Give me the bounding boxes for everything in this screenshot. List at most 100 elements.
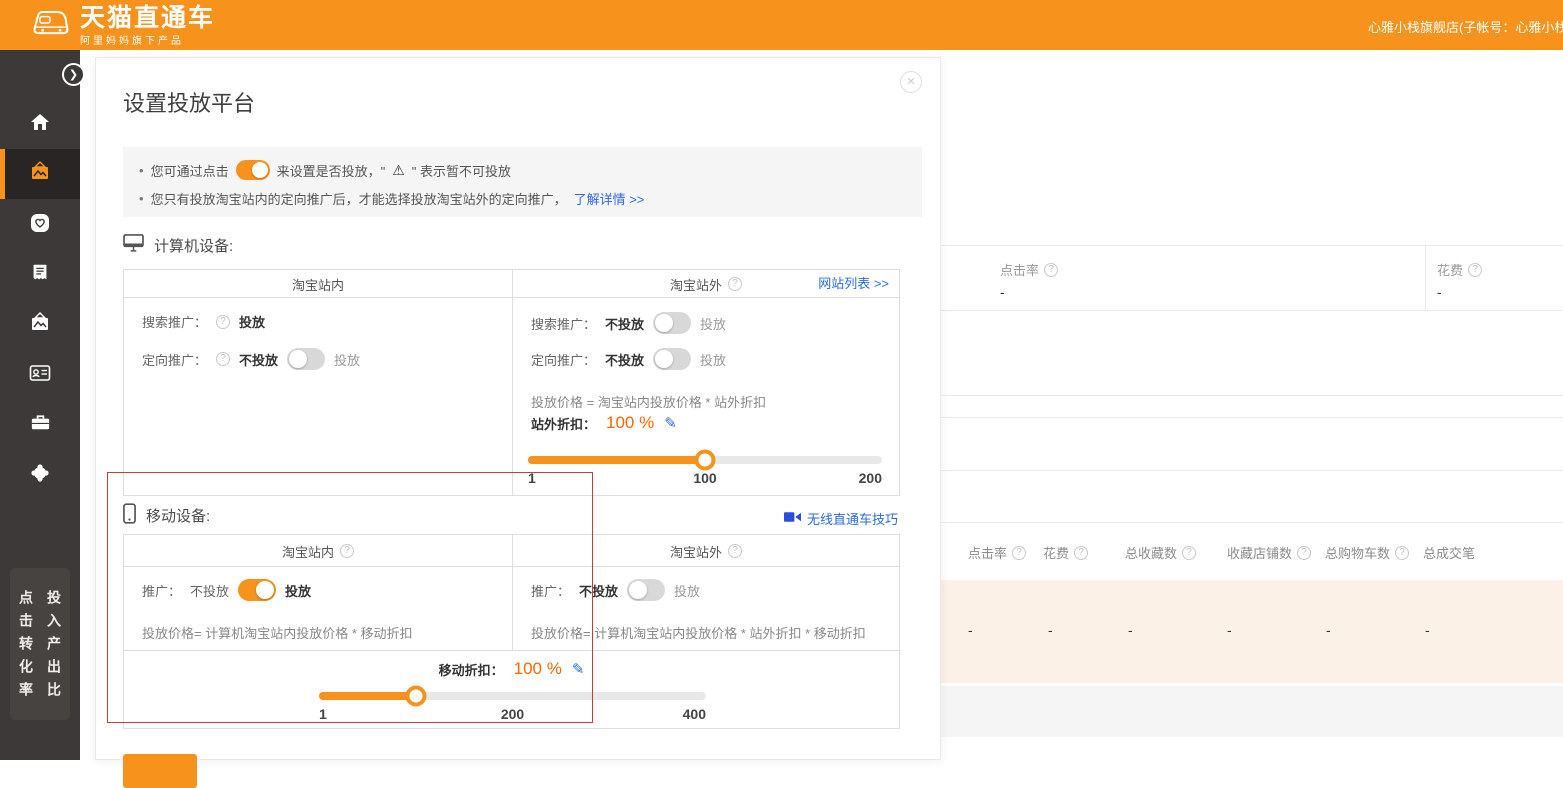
help-icon[interactable] xyxy=(1074,546,1088,560)
sidebar-item-account[interactable] xyxy=(0,350,80,400)
sidebar-item-misc[interactable] xyxy=(0,450,80,500)
close-icon[interactable] xyxy=(900,71,922,93)
sidebar: 点击转化率 投入产出比 xyxy=(0,50,80,760)
warning-icon: ⚠ xyxy=(392,162,405,179)
briefcase-icon xyxy=(29,411,52,439)
bullet-icon xyxy=(139,163,144,178)
help-icon[interactable] xyxy=(1044,263,1058,277)
computer-onsite-cell: 搜索推广： 投放 定向推广： 不投放 投放 xyxy=(124,298,513,496)
edit-icon[interactable] xyxy=(664,414,677,432)
mobile-onsite-formula: 投放价格= 计算机淘宝站内投放价格 * 移动折扣 xyxy=(142,623,413,642)
logo-subtitle: 阿里妈妈旗下产品 xyxy=(80,32,215,47)
help-icon[interactable] xyxy=(1468,263,1482,277)
help-icon[interactable] xyxy=(1297,546,1311,560)
table-row xyxy=(941,686,1563,737)
offsite-discount-value: 100 % xyxy=(606,413,654,433)
train-icon xyxy=(28,4,72,47)
notice-line-1: 您可通过点击 来设置是否投放，" ⚠ " 表示暂不可投放 xyxy=(139,158,906,182)
monitor-icon xyxy=(123,234,144,256)
help-icon[interactable] xyxy=(1182,546,1196,560)
mobile-discount: 移动折扣： 100 % xyxy=(124,659,899,679)
mobile-onsite-promo-row: 推广： 不投放 投放 xyxy=(142,579,311,601)
mobile-offsite-toggle[interactable] xyxy=(627,579,665,601)
onsite-search-row: 搜索推广： 投放 xyxy=(142,312,265,331)
cell-value: - xyxy=(1326,622,1331,638)
home-icon xyxy=(28,110,52,139)
modal-title: 设置投放平台 xyxy=(123,86,255,118)
slider-thumb[interactable] xyxy=(695,450,716,471)
offsite-slider-scale: 1 100 200 xyxy=(528,470,882,486)
mobile-offsite-formula: 投放价格= 计算机淘宝站内投放价格 * 站外折扣 * 移动折扣 xyxy=(531,623,866,642)
mobile-discount-slider[interactable] xyxy=(319,692,706,700)
receipt-icon xyxy=(29,262,51,289)
stat-clickrate-value: - xyxy=(1000,284,1005,300)
phone-icon xyxy=(123,503,136,528)
logo-title: 天猫直通车 xyxy=(80,5,215,31)
cell-value: - xyxy=(1128,622,1133,638)
offsite-targeted-row: 定向推广： 不投放 投放 xyxy=(531,348,726,370)
mobile-offsite-promo-row: 推广： 不投放 投放 xyxy=(531,579,700,601)
offsite-targeted-toggle[interactable] xyxy=(653,348,691,370)
cell-value: - xyxy=(1048,622,1053,638)
help-icon[interactable] xyxy=(728,544,742,558)
learn-more-link[interactable]: 了解详情 >> xyxy=(574,189,645,208)
site-list-link[interactable]: 网站列表 >> xyxy=(818,270,889,298)
header-taobao-offsite: 淘宝站外 网站列表 >> xyxy=(513,270,899,298)
header-taobao-onsite: 淘宝站内 xyxy=(124,535,513,567)
help-icon[interactable] xyxy=(340,544,354,558)
col-header-favorites: 总收藏数 xyxy=(1125,543,1196,562)
bullet-icon xyxy=(139,191,144,206)
help-icon[interactable] xyxy=(216,352,230,366)
confirm-button[interactable] xyxy=(123,754,197,788)
sidebar-item-tools[interactable] xyxy=(0,400,80,450)
heart-icon xyxy=(28,211,52,240)
video-camera-icon xyxy=(784,510,801,528)
stat-cost-value: - xyxy=(1437,284,1442,300)
example-toggle-on xyxy=(236,160,270,180)
slider-thumb[interactable] xyxy=(405,686,426,707)
sidebar-item-creative[interactable] xyxy=(0,300,80,350)
stat-clickrate: 点击率 xyxy=(1000,260,1058,279)
sidebar-item-favorites[interactable] xyxy=(0,200,80,250)
sidebar-item-home[interactable] xyxy=(0,99,80,149)
edit-icon[interactable] xyxy=(572,660,585,678)
mobile-discount-row: 移动折扣： 100 % 1 200 400 xyxy=(124,651,899,728)
col-header-cost: 花费 xyxy=(1043,543,1088,562)
cell-value: - xyxy=(968,622,973,638)
app-logo[interactable]: 天猫直通车 阿里妈妈旗下产品 xyxy=(28,4,215,47)
onsite-targeted-row: 定向推广： 不投放 投放 xyxy=(142,348,360,370)
offsite-discount-slider[interactable] xyxy=(528,456,882,464)
onsite-targeted-toggle[interactable] xyxy=(287,348,325,370)
help-icon[interactable] xyxy=(1395,546,1409,560)
stat-cost: 花费 xyxy=(1437,260,1482,279)
set-platform-modal: 设置投放平台 您可通过点击 来设置是否投放，" ⚠ " 表示暂不可投放 您只有投… xyxy=(95,57,941,760)
offsite-search-toggle[interactable] xyxy=(653,312,691,334)
sidebar-item-reports[interactable] xyxy=(0,250,80,300)
account-name[interactable]: 心雅小栈旗舰店(子帐号：心雅小栈旗 xyxy=(1368,17,1563,36)
metric-roi: 投入产出比 xyxy=(44,590,64,720)
computer-section-heading: 计算机设备: xyxy=(123,234,233,256)
help-icon[interactable] xyxy=(728,277,742,291)
cell-value: - xyxy=(1227,622,1232,638)
metric-click-conversion: 点击转化率 xyxy=(16,590,36,720)
offsite-price-formula: 投放价格 = 淘宝站内投放价格 * 站外折扣 xyxy=(531,392,766,411)
mobile-platform-table: 淘宝站内 淘宝站外 推广： 不投放 投放 投放价格= 计算机淘宝站内投放价 xyxy=(123,534,900,729)
top-bar: 天猫直通车 阿里妈妈旗下产品 心雅小栈旗舰店(子帐号：心雅小栈旗 xyxy=(0,0,1563,50)
notice-line-2: 您只有投放淘宝站内的定向推广后，才能选择投放淘宝站外的定向推广， 了解详情 >> xyxy=(139,186,906,210)
sidebar-expand-button[interactable] xyxy=(62,63,85,86)
col-header-shop-favorites: 收藏店铺数 xyxy=(1227,543,1311,562)
cell-value: - xyxy=(1425,622,1430,638)
blob-icon xyxy=(28,461,52,490)
sidebar-item-campaign-active[interactable] xyxy=(0,149,80,199)
mobile-slider-scale: 1 200 400 xyxy=(319,706,706,722)
mobile-onsite-cell: 推广： 不投放 投放 投放价格= 计算机淘宝站内投放价格 * 移动折扣 xyxy=(124,567,513,650)
mobile-offsite-cell: 推广： 不投放 投放 投放价格= 计算机淘宝站内投放价格 * 站外折扣 * 移动… xyxy=(513,567,899,650)
sidebar-metrics-panel[interactable]: 点击转化率 投入产出比 xyxy=(10,568,70,720)
mobile-discount-value: 100 % xyxy=(514,659,562,679)
table-row[interactable] xyxy=(941,580,1563,683)
help-icon[interactable] xyxy=(216,315,230,329)
mobile-onsite-toggle[interactable] xyxy=(238,579,276,601)
wireless-tips-link[interactable]: 无线直通车技巧 xyxy=(784,509,898,528)
offsite-search-row: 搜索推广： 不投放 投放 xyxy=(531,312,726,334)
help-icon[interactable] xyxy=(1012,546,1026,560)
